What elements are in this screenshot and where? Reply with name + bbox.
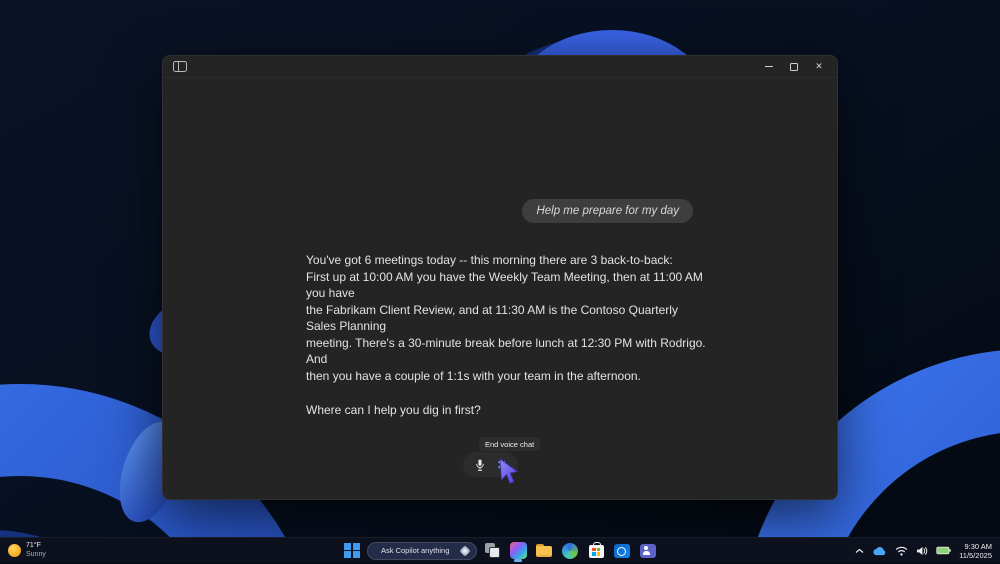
copilot-window: ✕ Help me prepare for my day You've got … [162,55,838,500]
battery-button[interactable] [936,546,951,555]
windows-start-icon [342,541,362,561]
taskbar: 71°F Sunny [0,537,1000,563]
taskbar-center [341,538,659,564]
taskbar-app-outlook[interactable] [611,539,633,563]
copilot-search-box[interactable] [367,542,477,560]
window-controls: ✕ [761,59,827,75]
onedrive-cloud-icon [872,546,887,556]
search-input[interactable] [379,545,461,556]
wifi-icon [895,546,908,556]
taskbar-clock[interactable]: 9:30 AM 11/5/2025 [959,542,992,560]
system-tray: 9:30 AM 11/5/2025 [855,542,1000,560]
weather-widget[interactable]: 71°F Sunny [0,542,46,559]
weather-condition: Sunny [26,551,46,560]
assistant-message-text: You've got 6 meetings today -- this morn… [306,252,710,384]
minimize-icon [765,66,773,67]
start-button[interactable] [341,539,363,563]
taskbar-app-task-view[interactable] [481,539,503,563]
copilot-app-icon [510,542,527,559]
titlebar: ✕ [163,56,837,78]
taskbar-app-microsoft-store[interactable] [585,539,607,563]
close-button[interactable]: ✕ [811,59,827,75]
minimize-button[interactable] [761,59,777,75]
file-explorer-icon [536,544,552,557]
clock-date: 11/5/2025 [959,551,992,560]
taskbar-app-file-explorer[interactable] [533,539,555,563]
maximize-icon [790,63,798,71]
microphone-icon [474,458,486,472]
sunny-weather-icon [8,544,21,557]
end-voice-chat-tooltip: End voice chat [479,437,540,451]
onedrive-button[interactable] [872,546,887,556]
assistant-question-text: Where can I help you dig in first? [306,402,710,419]
microsoft-store-icon [589,545,604,558]
battery-icon [936,546,951,555]
volume-button[interactable] [916,546,928,556]
weather-temperature: 71°F [26,542,46,551]
taskbar-app-teams[interactable] [637,539,659,563]
teams-icon [640,544,656,558]
assistant-message: You've got 6 meetings today -- this morn… [306,252,710,419]
microphone-button[interactable] [474,458,486,472]
speaker-icon [916,546,928,556]
edge-browser-icon [562,543,578,559]
sidebar-toggle-icon[interactable] [173,61,187,72]
taskbar-app-copilot[interactable] [507,539,529,563]
user-message-bubble: Help me prepare for my day [522,199,693,223]
close-icon: ✕ [815,61,823,72]
taskbar-app-edge[interactable] [559,539,581,563]
copilot-spark-icon [459,545,470,556]
clock-time: 9:30 AM [964,542,992,551]
task-view-icon [485,543,500,558]
network-button[interactable] [895,546,908,556]
maximize-button[interactable] [786,59,802,75]
mouse-cursor [496,457,520,487]
outlook-icon [614,544,630,558]
chevron-up-icon [855,548,864,554]
tray-overflow-button[interactable] [855,548,864,554]
